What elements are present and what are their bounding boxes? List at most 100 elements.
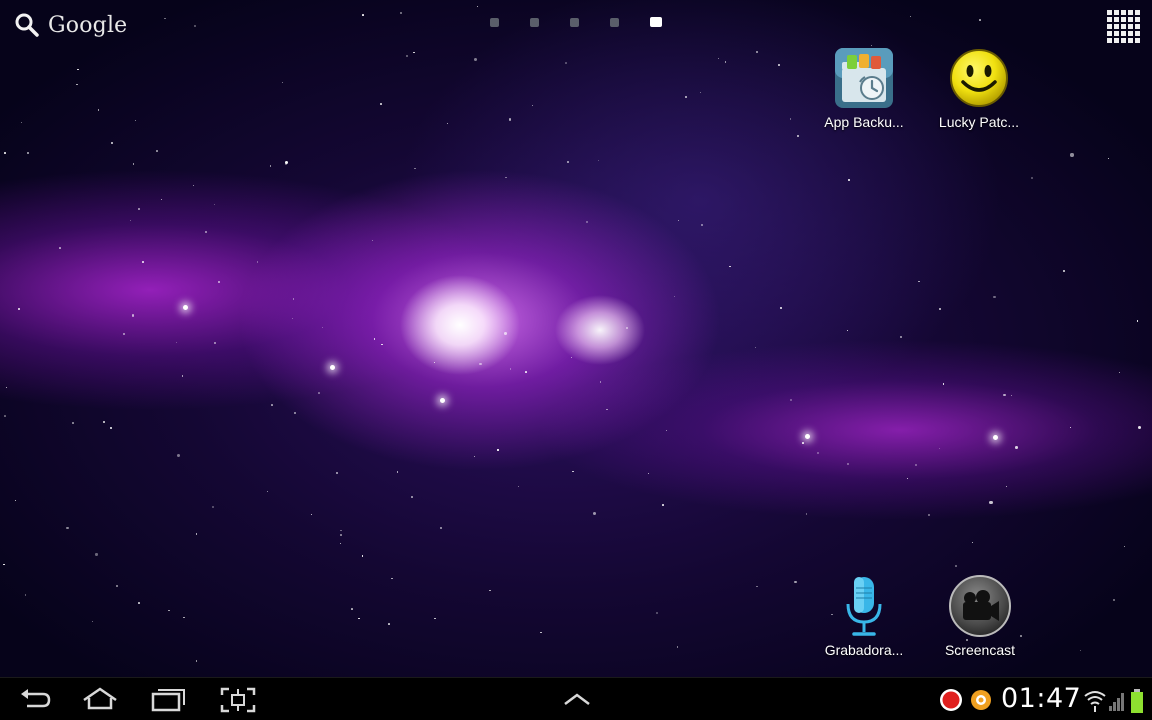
star [665,429,668,432]
star [540,631,542,634]
video-camera-icon [948,574,1012,638]
bright-star [330,365,335,370]
page-dot-active[interactable] [650,17,662,27]
page-indicator [490,17,662,27]
shortcut-label: Screencast [944,642,1016,658]
home-icon[interactable] [80,686,120,714]
bright-star [805,434,810,439]
star [778,63,780,66]
apps-grid-icon[interactable] [1107,10,1140,43]
star [339,542,342,545]
star [269,165,272,167]
star [391,577,393,580]
star [509,368,512,370]
star [906,477,909,480]
star [3,563,5,566]
page-dot[interactable] [530,18,539,27]
star [717,57,719,59]
star [214,203,216,205]
star [572,470,574,473]
star [754,346,757,349]
star [939,308,941,310]
notification-icon[interactable] [969,688,993,712]
star [927,514,930,517]
screenshot-icon[interactable] [218,686,258,714]
star [971,541,974,543]
star [410,495,413,498]
star [1015,446,1019,449]
search-icon [15,13,39,37]
star [489,590,491,592]
star [915,463,918,466]
signal-icon [1109,693,1124,711]
shortcut-lucky-patcher[interactable]: Lucky Patc... [931,46,1027,130]
star [292,298,295,300]
star [700,223,703,226]
star [626,326,628,329]
star [413,51,415,53]
star [789,398,792,401]
star [132,163,135,166]
star [592,511,596,515]
star [1005,485,1007,488]
shortcut-grabadora[interactable]: Grabadora... [816,574,912,658]
star [899,336,902,339]
star [76,83,78,86]
star [362,14,364,17]
page-dot[interactable] [610,18,619,27]
star [606,408,608,411]
star [129,219,131,222]
star [59,247,62,250]
star [397,471,399,473]
page-dot[interactable] [570,18,579,27]
star [266,490,268,493]
shortcut-screencast[interactable]: Screencast [932,574,1028,658]
shortcut-app-backup[interactable]: App Backu... [816,46,912,130]
star [131,314,135,317]
star [111,142,114,145]
recent-apps-icon[interactable] [148,686,188,714]
star [796,134,799,137]
star [1113,598,1116,601]
star [677,219,680,221]
star [5,386,7,389]
shortcut-label: App Backu... [824,114,904,130]
star [217,280,220,284]
star [282,81,284,83]
star [939,448,941,450]
star [91,620,93,622]
star [24,593,27,596]
star [358,618,360,620]
star [405,54,408,58]
chevron-up-icon[interactable] [557,686,597,714]
star [728,265,731,268]
star [479,362,482,366]
star [26,151,30,155]
star [504,332,507,335]
bright-star [993,435,998,440]
star [116,585,118,587]
record-icon[interactable] [938,687,964,713]
star [955,564,957,567]
star [183,616,185,618]
star [156,149,159,152]
star [271,403,273,406]
star [434,618,436,620]
star [817,451,820,454]
star [285,161,289,165]
star [1063,270,1066,273]
star [648,472,650,474]
bright-star [183,305,188,310]
back-icon[interactable] [15,686,55,714]
star [565,62,567,65]
star [1123,545,1126,548]
star [102,421,106,424]
shortcut-label: Grabadora... [824,642,904,658]
star [142,261,145,264]
star [447,123,449,125]
star [72,422,75,425]
google-search-bar[interactable]: Google [14,10,127,40]
star [756,51,758,54]
star [918,280,920,283]
page-dot[interactable] [490,18,499,27]
